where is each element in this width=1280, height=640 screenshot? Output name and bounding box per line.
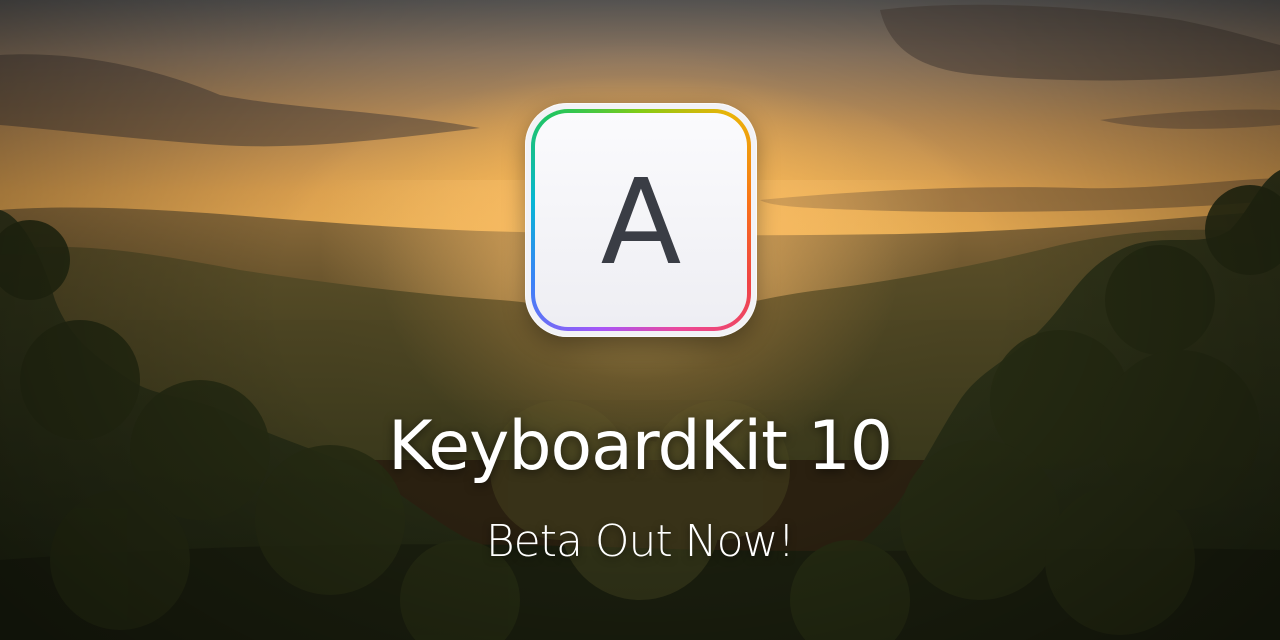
key-letter: A	[600, 153, 682, 291]
banner-title: KeyboardKit 10	[388, 407, 893, 486]
banner-subtitle: Beta Out Now!	[485, 516, 795, 567]
keyboard-key-a-icon: A	[525, 103, 757, 337]
rainbow-ring: A	[531, 109, 751, 331]
hero-banner: A KeyboardKit 10 Beta Out Now!	[0, 0, 1280, 640]
key-face: A	[535, 113, 747, 327]
